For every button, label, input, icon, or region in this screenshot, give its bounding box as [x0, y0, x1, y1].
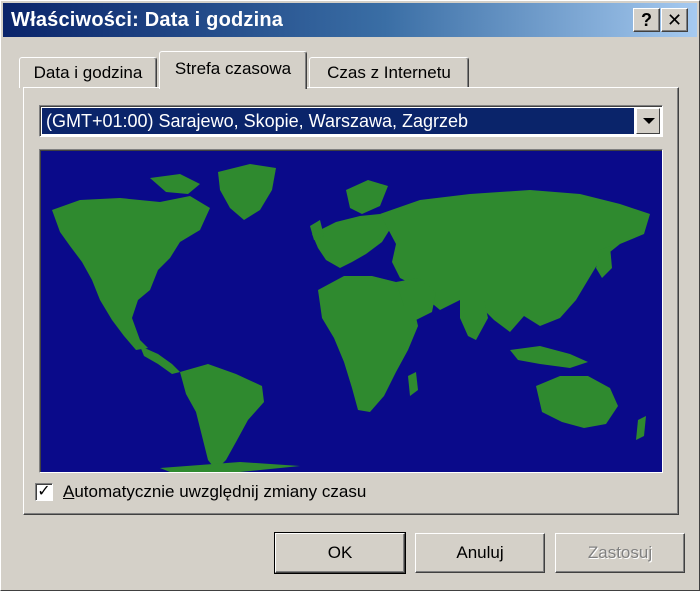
new-zealand-shape	[636, 416, 646, 440]
window-title: Właściwości: Data i godzina	[11, 9, 284, 31]
world-map-graphic	[52, 164, 650, 472]
south-america-shape	[180, 364, 264, 470]
india-shape	[460, 300, 488, 340]
europe-shape	[312, 214, 392, 268]
timezone-selected-value[interactable]: (GMT+01:00) Sarajewo, Skopie, Warszawa, …	[42, 108, 634, 134]
central-america-shape	[140, 346, 180, 374]
dst-checkbox-label[interactable]: Automatycznie uwzględnij zmiany czasu	[63, 481, 366, 503]
timezone-dropdown[interactable]: (GMT+01:00) Sarajewo, Skopie, Warszawa, …	[39, 105, 663, 137]
dst-label-text: utomatycznie uwzględnij zmiany czasu	[74, 482, 367, 501]
tab-time-zone[interactable]: Strefa czasowa	[159, 51, 307, 89]
dst-label-accelerator: A	[63, 482, 75, 501]
north-america-shape	[52, 196, 210, 350]
cancel-button[interactable]: Anuluj	[415, 533, 545, 573]
continents	[52, 164, 650, 472]
arctic-islands-shape	[150, 174, 200, 194]
madagascar-shape	[408, 372, 418, 396]
scandinavia-shape	[346, 180, 388, 214]
world-map[interactable]	[39, 149, 663, 473]
apply-button[interactable]: Zastosuj	[555, 533, 685, 573]
properties-dialog: Właściwości: Data i godzina ? ✕ Data i g…	[0, 0, 700, 591]
help-button[interactable]: ?	[633, 8, 660, 32]
ok-button[interactable]: OK	[274, 532, 406, 574]
tab-date-time[interactable]: Data i godzina	[19, 57, 157, 88]
close-button[interactable]: ✕	[661, 8, 688, 32]
dst-checkbox[interactable]: ✓	[35, 483, 53, 501]
greenland-shape	[218, 164, 276, 220]
title-bar[interactable]: Właściwości: Data i godzina ? ✕	[3, 3, 697, 37]
tab-internet-time[interactable]: Czas z Internetu	[309, 57, 469, 88]
indonesia-shape	[510, 346, 588, 368]
australia-shape	[536, 376, 618, 428]
antarctica-shape	[160, 462, 300, 472]
chevron-down-icon[interactable]	[636, 108, 660, 134]
